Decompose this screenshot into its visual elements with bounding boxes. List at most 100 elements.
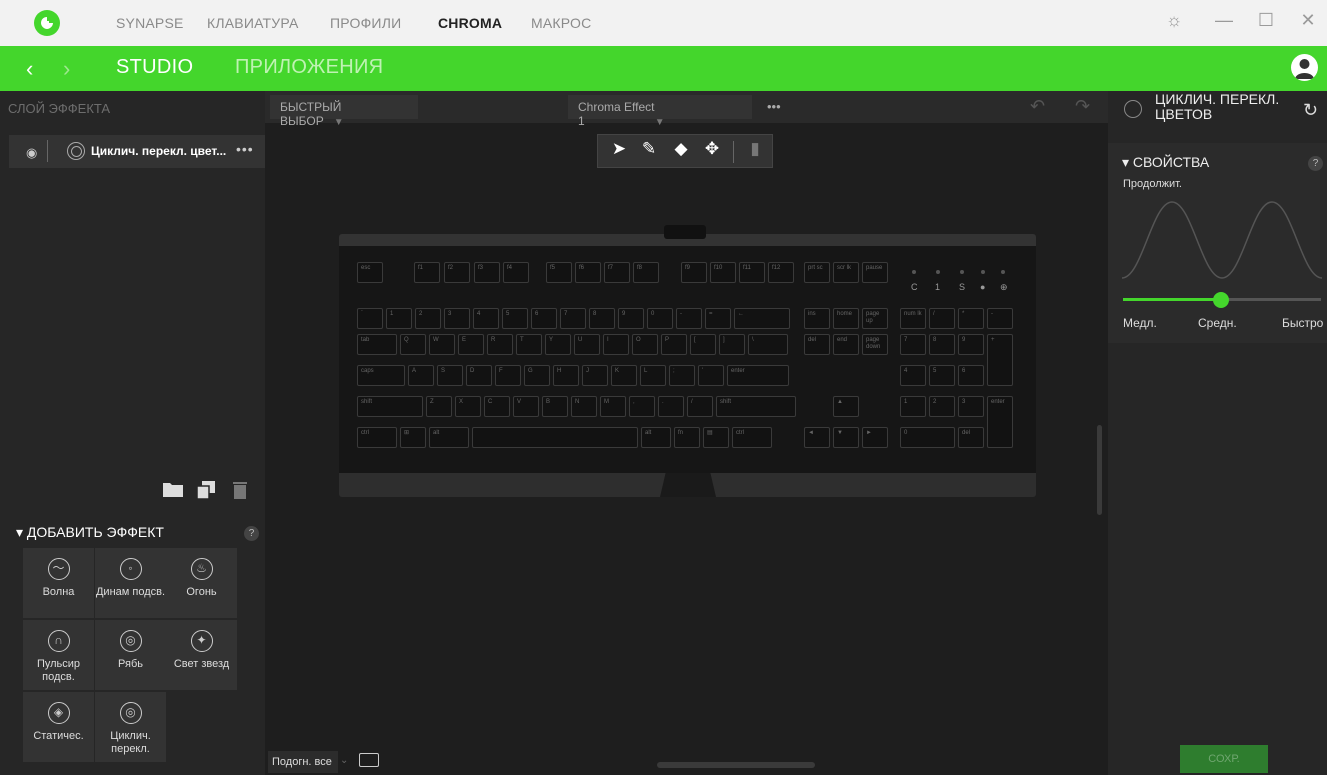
modifier-key[interactable]: ⊞ (400, 427, 426, 448)
add-effect-header[interactable]: ▾ ДОБАВИТЬ ЭФФЕКТ (16, 524, 164, 541)
effect-more-options-icon[interactable]: ••• (767, 99, 781, 114)
letter-key[interactable]: A (408, 365, 434, 386)
letter-key[interactable]: W (429, 334, 455, 355)
letter-key[interactable]: E (458, 334, 484, 355)
numpad-key[interactable]: num lk (900, 308, 926, 329)
f-key[interactable]: scr lk (833, 262, 859, 283)
number-key[interactable]: 8 (589, 308, 615, 329)
properties-header[interactable]: ▾ СВОЙСТВА (1122, 154, 1209, 171)
letter-key[interactable]: L (640, 365, 666, 386)
letter-key[interactable]: J (582, 365, 608, 386)
f-key[interactable]: f3 (474, 262, 500, 283)
number-key[interactable]: 9 (618, 308, 644, 329)
number-key[interactable]: 4 (473, 308, 499, 329)
pointer-tool-icon[interactable]: ➤ (607, 139, 631, 159)
letter-key[interactable]: , (629, 396, 655, 417)
reset-refresh-icon[interactable]: ↻ (1303, 100, 1318, 121)
f-key[interactable]: f10 (710, 262, 736, 283)
f-key[interactable]: f4 (503, 262, 529, 283)
minimize-button[interactable]: — (1209, 10, 1239, 31)
letter-key[interactable]: [ (690, 334, 716, 355)
help-icon[interactable]: ? (244, 526, 259, 541)
spacebar-key[interactable] (472, 427, 638, 448)
numpad-key[interactable]: - (987, 308, 1013, 329)
layer-more-options-icon[interactable]: ••• (236, 141, 254, 157)
numpad-key[interactable]: * (958, 308, 984, 329)
tab-apps[interactable]: ПРИЛОЖЕНИЯ (235, 56, 383, 79)
number-key[interactable]: ` (357, 308, 383, 329)
letter-key[interactable]: R (487, 334, 513, 355)
numpad-key[interactable]: 3 (958, 396, 984, 417)
f-key[interactable]: f11 (739, 262, 765, 283)
f-key[interactable]: f12 (768, 262, 794, 283)
delete-tool-icon[interactable]: ▮ (743, 139, 767, 159)
close-button[interactable]: ✕ (1293, 10, 1323, 31)
keyboard-icon[interactable] (359, 753, 379, 767)
f-key[interactable]: f1 (414, 262, 440, 283)
effect-tile-wave[interactable]: 〜 Волна (23, 548, 94, 618)
nav-key[interactable]: page down (862, 334, 888, 355)
letter-key[interactable]: G (524, 365, 550, 386)
modifier-key[interactable]: ctrl (357, 427, 397, 448)
number-key[interactable]: 7 (560, 308, 586, 329)
letter-key[interactable]: ; (669, 365, 695, 386)
letter-key[interactable]: . (658, 396, 684, 417)
numpad-key[interactable]: 0 (900, 427, 955, 448)
tab-studio[interactable]: STUDIO (116, 56, 193, 79)
f-key[interactable]: pause (862, 262, 888, 283)
save-button[interactable]: СОХР. (1180, 745, 1268, 773)
numpad-key[interactable]: 5 (929, 365, 955, 386)
arrow-key[interactable]: ▲ (833, 396, 859, 417)
letter-key[interactable]: caps (357, 365, 405, 386)
modifier-key[interactable]: fn (674, 427, 700, 448)
number-key[interactable]: - (676, 308, 702, 329)
horizontal-scrollbar[interactable] (657, 762, 815, 768)
letter-key[interactable]: T (516, 334, 542, 355)
letter-key[interactable]: ' (698, 365, 724, 386)
razer-logo-icon[interactable] (34, 10, 60, 36)
eye-visibility-icon[interactable]: ◉ (26, 145, 37, 161)
nav-key[interactable]: del (804, 334, 830, 355)
number-key[interactable]: ← (734, 308, 790, 329)
nav-key[interactable]: ins (804, 308, 830, 329)
f-key[interactable]: f6 (575, 262, 601, 283)
letter-key[interactable]: F (495, 365, 521, 386)
letter-key[interactable]: D (466, 365, 492, 386)
letter-key[interactable]: I (603, 334, 629, 355)
nav-key[interactable]: end (833, 334, 859, 355)
duplicate-icon[interactable] (196, 481, 215, 504)
number-key[interactable]: 0 (647, 308, 673, 329)
letter-key[interactable]: \ (748, 334, 788, 355)
letter-key[interactable]: U (574, 334, 600, 355)
number-key[interactable]: = (705, 308, 731, 329)
letter-key[interactable]: shift (716, 396, 796, 417)
modifier-key[interactable]: ▤ (703, 427, 729, 448)
f-key[interactable]: f5 (546, 262, 572, 283)
tab-profiles[interactable]: ПРОФИЛИ (330, 15, 401, 31)
letter-key[interactable]: V (513, 396, 539, 417)
f-key[interactable]: f7 (604, 262, 630, 283)
f-key[interactable]: prt sc (804, 262, 830, 283)
letter-key[interactable]: O (632, 334, 658, 355)
modifier-key[interactable]: ctrl (732, 427, 772, 448)
tab-macro[interactable]: МАКРОС (531, 15, 591, 31)
tab-synapse[interactable]: SYNAPSE (116, 15, 184, 31)
tab-keyboard[interactable]: КЛАВИАТУРА (207, 15, 299, 31)
numpad-key[interactable]: 4 (900, 365, 926, 386)
number-key[interactable]: 5 (502, 308, 528, 329)
layer-name[interactable]: Циклич. перекл. цвет... (91, 144, 226, 158)
letter-key[interactable]: N (571, 396, 597, 417)
letter-key[interactable]: X (455, 396, 481, 417)
modifier-key[interactable]: alt (429, 427, 469, 448)
numpad-key[interactable]: 8 (929, 334, 955, 355)
letter-key[interactable]: / (687, 396, 713, 417)
maximize-button[interactable]: ☐ (1251, 10, 1281, 31)
letter-key[interactable]: H (553, 365, 579, 386)
letter-key[interactable]: Z (426, 396, 452, 417)
letter-key[interactable]: shift (357, 396, 423, 417)
letter-key[interactable]: ] (719, 334, 745, 355)
letter-key[interactable]: M (600, 396, 626, 417)
arrow-key[interactable]: ◄ (804, 427, 830, 448)
numpad-key[interactable]: del (958, 427, 984, 448)
effect-tile-fire[interactable]: ♨ Огонь (166, 548, 237, 618)
